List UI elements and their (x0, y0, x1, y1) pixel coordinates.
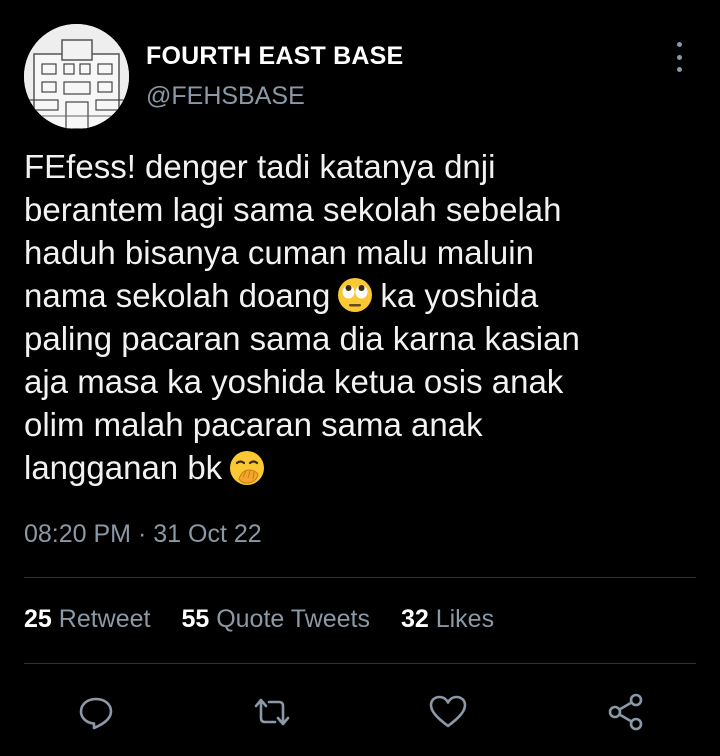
tweet-date: 31 Oct 22 (153, 520, 262, 548)
hand-over-mouth-emoji (228, 449, 266, 487)
retweets-stat[interactable]: 25 Retweet (24, 605, 150, 633)
display-name[interactable]: FOURTH EAST BASE (146, 42, 403, 71)
like-icon[interactable] (426, 690, 470, 734)
tweet-timestamp[interactable]: 08:20 PM · 31 Oct 22 (24, 520, 262, 549)
engagement-stats: 25 Retweet 55 Quote Tweets 32 Likes (24, 605, 518, 634)
tweet-line: nama sekolah doang ka yoshida (24, 274, 704, 317)
likes-count: 32 (400, 605, 429, 633)
more-dot (676, 54, 682, 60)
retweet-icon[interactable] (250, 690, 294, 734)
avatar[interactable] (24, 24, 129, 129)
tweet-actions (0, 690, 720, 734)
likes-stat[interactable]: 32 Likes (401, 605, 494, 633)
tweet-header: FOURTH EAST BASE @FEHSBASE (24, 24, 696, 129)
tweet-line: langganan bk (24, 446, 704, 489)
more-dot (676, 42, 682, 47)
tweet-line: paling pacaran sama dia karna kasian (24, 320, 580, 358)
retweets-label: Retweet (58, 605, 151, 633)
tweet-text-segment: langganan bk (24, 449, 223, 487)
quote-tweets-label: Quote Tweets (216, 605, 370, 633)
likes-label: Likes (435, 605, 495, 633)
eye-roll-emoji (336, 276, 374, 314)
divider (24, 663, 696, 664)
quote-tweets-stat[interactable]: 55 Quote Tweets (181, 605, 370, 633)
tweet-line: aja masa ka yoshida ketua osis anak (24, 363, 564, 401)
tweet-line: haduh bisanya cuman malu maluin (24, 234, 534, 271)
more-dot (676, 67, 682, 72)
tweet-line: berantem lagi sama sekolah sebelah (24, 191, 562, 228)
tweet-text-segment: nama sekolah doang (24, 277, 331, 314)
tweet-line: FEfess! denger tadi katanya dnji (24, 148, 496, 185)
tweet-line: olim malah pacaran sama anak (24, 406, 483, 444)
user-handle[interactable]: @FEHSBASE (146, 82, 305, 111)
tweet-time: 08:20 PM (24, 520, 132, 548)
school-building-image (24, 24, 129, 129)
tweet-text: FEfess! denger tadi katanya dnji berante… (24, 145, 704, 490)
share-icon[interactable] (604, 690, 648, 734)
more-options-icon[interactable] (672, 42, 686, 72)
tweet-text-segment: ka yoshida (380, 277, 539, 314)
reply-icon[interactable] (74, 690, 118, 734)
divider (24, 577, 696, 578)
quote-tweets-count: 55 (181, 605, 210, 633)
timestamp-separator: · (137, 520, 147, 548)
retweets-count: 25 (24, 605, 52, 633)
